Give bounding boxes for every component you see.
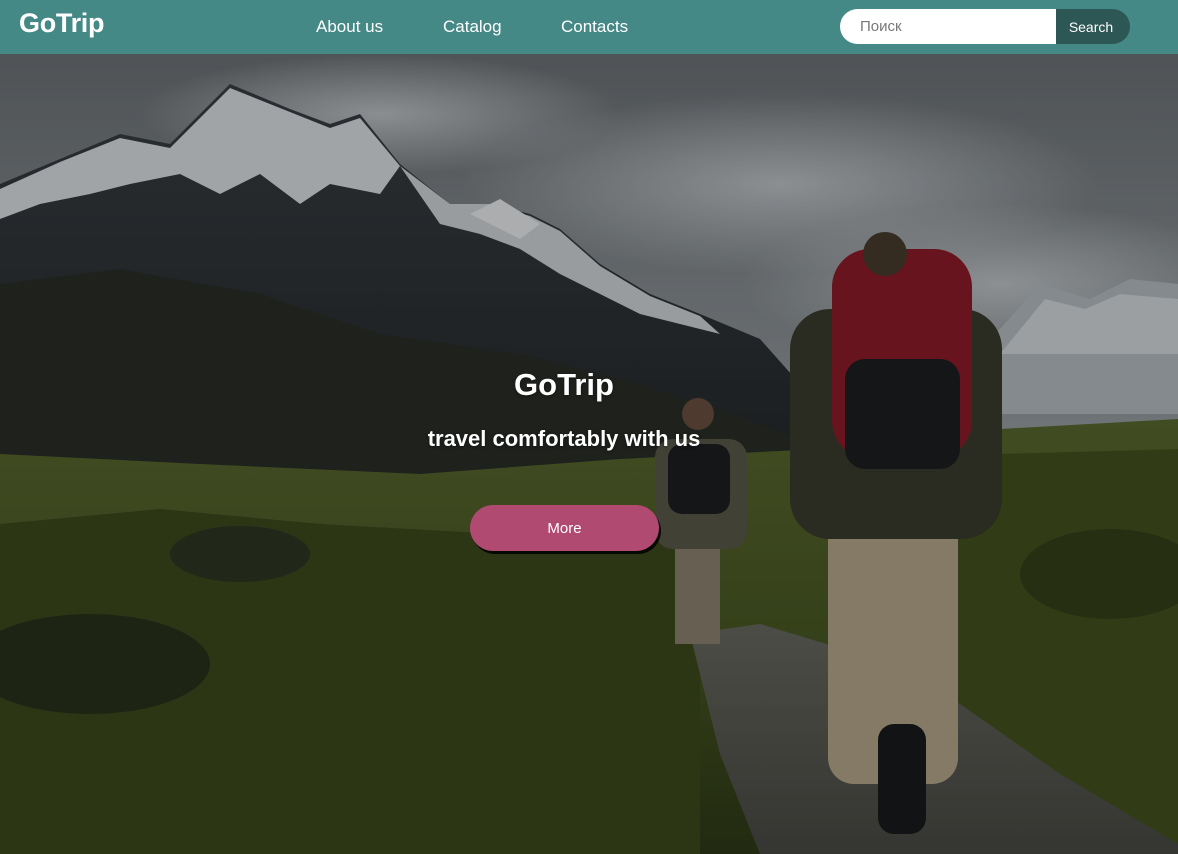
nav-link-contacts[interactable]: Contacts bbox=[561, 17, 628, 37]
hero-title: GoTrip bbox=[514, 367, 614, 402]
search-button[interactable]: Search bbox=[1056, 9, 1130, 44]
nav-link-about-us[interactable]: About us bbox=[316, 17, 383, 37]
logo[interactable]: GoTrip bbox=[19, 8, 105, 39]
hero-section: GoTrip travel comfortably with us More bbox=[0, 54, 1178, 854]
site-header: GoTrip About us Catalog Contacts Search bbox=[0, 0, 1178, 54]
search-form: Search bbox=[840, 9, 1130, 44]
search-input[interactable] bbox=[840, 9, 1064, 44]
hero-dark-overlay bbox=[0, 54, 1178, 854]
hero-subtitle: travel comfortably with us bbox=[427, 426, 701, 451]
nav-link-catalog[interactable]: Catalog bbox=[443, 17, 502, 37]
more-button[interactable]: More bbox=[470, 505, 659, 551]
